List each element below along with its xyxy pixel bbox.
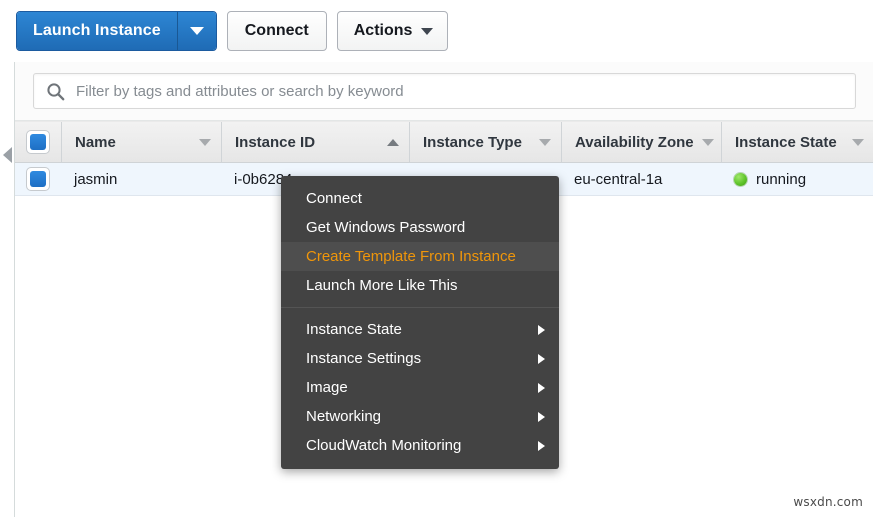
menu-item-image[interactable]: Image [281,373,559,402]
chevron-right-icon [538,354,545,364]
menu-item-get-windows-password[interactable]: Get Windows Password [281,213,559,242]
actions-button[interactable]: Actions [337,11,449,51]
launch-instance-split-button[interactable]: Launch Instance [16,11,217,51]
toolbar: Launch Instance Connect Actions [0,0,873,62]
select-all-checkbox[interactable] [26,130,50,154]
menu-item-launch-more-like-this[interactable]: Launch More Like This [281,271,559,300]
search-icon [46,82,65,101]
column-header-instance-state[interactable]: Instance State [721,122,873,162]
menu-separator [281,307,559,308]
table-header-row: Name Instance ID Instance Type Availabil… [15,121,873,163]
menu-item-instance-settings[interactable]: Instance Settings [281,344,559,373]
menu-item-cloudwatch-monitoring[interactable]: CloudWatch Monitoring [281,431,559,460]
column-header-label: Availability Zone [575,134,694,151]
menu-item-instance-state[interactable]: Instance State [281,315,559,344]
select-all-cell [15,122,61,162]
menu-item-label: Instance State [306,321,526,338]
menu-item-label: Launch More Like This [306,277,545,294]
running-status-icon [734,173,747,186]
sort-descending-icon [702,139,714,146]
caret-down-icon [421,28,433,35]
filter-bar: Filter by tags and attributes or search … [15,62,873,121]
triangle-left-icon [3,147,12,163]
menu-item-label: Create Template From Instance [306,248,545,265]
launch-instance-dropdown-button[interactable] [178,12,216,50]
chevron-right-icon [538,441,545,451]
menu-item-label: CloudWatch Monitoring [306,437,526,454]
menu-item-label: Connect [306,190,545,207]
sort-descending-icon [199,139,211,146]
row-checkbox[interactable] [26,167,50,191]
checkbox-fill-icon [30,171,46,187]
watermark: wsxdn.com [793,495,863,509]
cell-instance-state: running [721,163,873,195]
chevron-right-icon [538,325,545,335]
column-header-label: Instance Type [423,134,531,151]
sort-descending-icon [539,139,551,146]
chevron-right-icon [538,383,545,393]
column-header-label: Instance ID [235,134,379,151]
column-header-availability-zone[interactable]: Availability Zone [561,122,721,162]
sort-descending-icon [852,139,864,146]
menu-item-label: Get Windows Password [306,219,545,236]
connect-button[interactable]: Connect [227,11,327,51]
row-select-cell [15,163,61,195]
search-input[interactable]: Filter by tags and attributes or search … [33,73,856,109]
instance-state-label: running [756,171,806,188]
column-header-label: Instance State [735,134,844,151]
column-header-name[interactable]: Name [61,122,221,162]
chevron-right-icon [538,412,545,422]
search-placeholder: Filter by tags and attributes or search … [76,83,404,100]
actions-button-label: Actions [354,22,413,40]
cell-availability-zone: eu-central-1a [561,163,721,195]
column-header-instance-type[interactable]: Instance Type [409,122,561,162]
launch-instance-button[interactable]: Launch Instance [17,12,178,50]
sort-ascending-icon [387,139,399,146]
sidebar-collapse-handle[interactable] [0,138,14,172]
menu-item-networking[interactable]: Networking [281,402,559,431]
ec2-instances-screen: Launch Instance Connect Actions Filter b… [0,0,873,517]
menu-item-label: Networking [306,408,526,425]
menu-item-create-template-from-instance[interactable]: Create Template From Instance [281,242,559,271]
cell-name: jasmin [61,163,221,195]
menu-item-connect[interactable]: Connect [281,184,559,213]
checkbox-fill-icon [30,134,46,150]
instance-context-menu: Connect Get Windows Password Create Temp… [281,176,559,469]
column-header-label: Name [75,134,191,151]
caret-down-icon [190,27,204,35]
menu-item-label: Image [306,379,526,396]
column-header-instance-id[interactable]: Instance ID [221,122,409,162]
menu-item-label: Instance Settings [306,350,526,367]
